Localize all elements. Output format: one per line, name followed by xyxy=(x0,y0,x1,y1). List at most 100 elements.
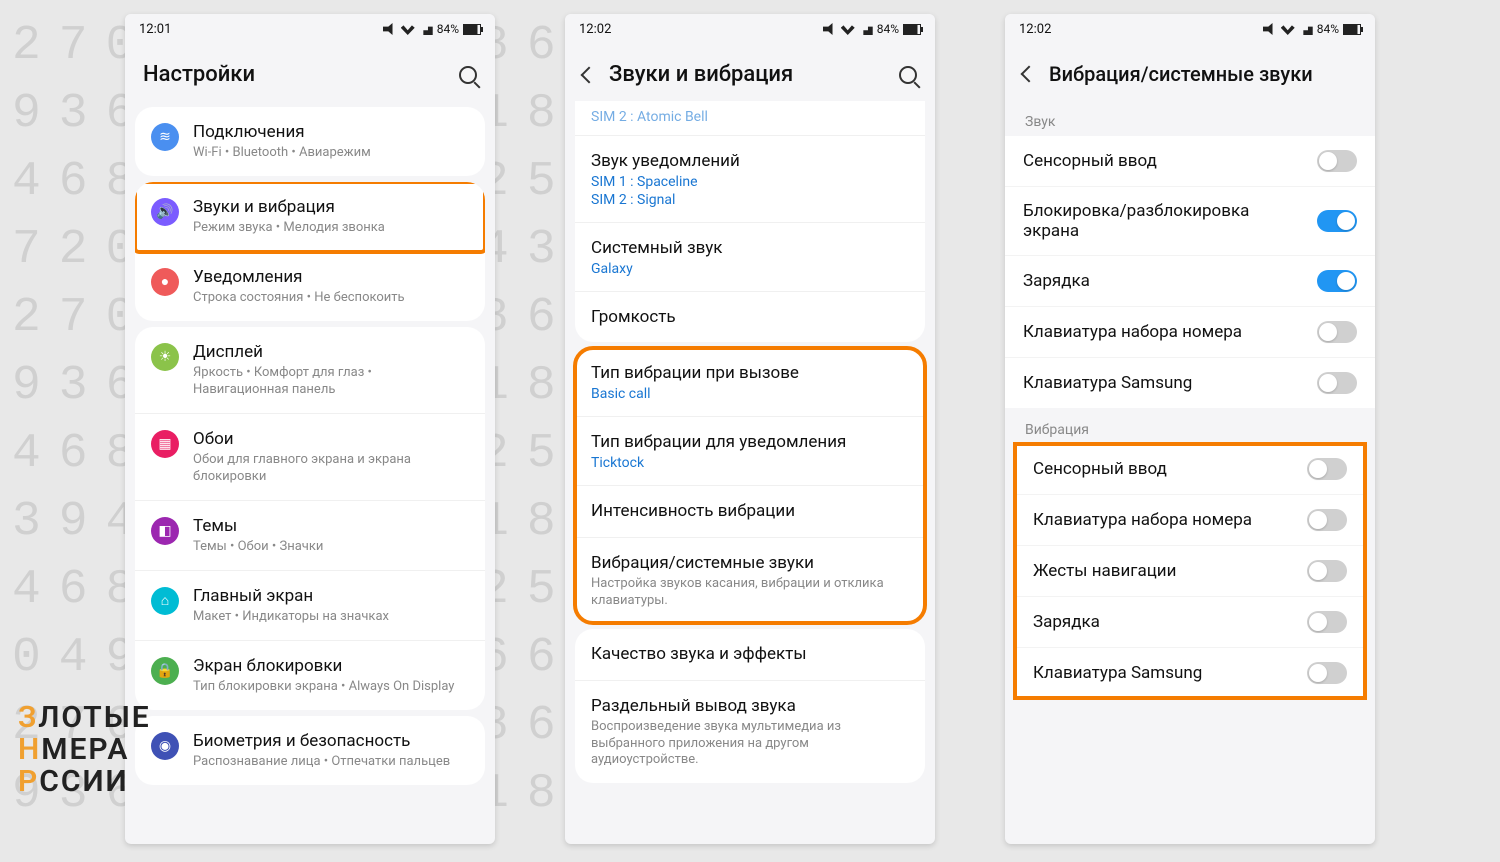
battery-icon xyxy=(463,24,481,35)
signal-icon xyxy=(419,23,433,35)
phone-1: 12:01 84% Настройки ≋ПодключенияWi-Fi • … xyxy=(125,14,495,844)
row-label: Экран блокировки xyxy=(193,655,469,677)
row-label: Звук уведомлений xyxy=(591,150,909,172)
settings-row[interactable]: ▦ОбоиОбои для главного экрана и экрана б… xyxy=(135,414,485,501)
toggle-row[interactable]: Сенсорный ввод xyxy=(1005,136,1375,186)
wifi-icon xyxy=(1281,23,1295,35)
palette-icon: ◧ xyxy=(151,517,179,545)
wifi-icon xyxy=(401,23,415,35)
section-vibration: Вибрация xyxy=(1005,408,1375,444)
row-label: Темы xyxy=(193,515,469,537)
row-value: SIM 2 : Signal xyxy=(591,192,909,208)
battery-text: 84% xyxy=(877,22,899,36)
battery-icon xyxy=(903,24,921,35)
page-header: Вибрация/системные звуки xyxy=(1005,44,1375,100)
toggle-switch[interactable] xyxy=(1317,321,1357,343)
toggle-switch[interactable] xyxy=(1317,210,1357,232)
statusbar: 12:02 84% xyxy=(1005,14,1375,44)
wifi-icon xyxy=(841,23,855,35)
phone-3: 12:02 84% Вибрация/системные звуки Звук … xyxy=(1005,14,1375,844)
row-subtitle: Темы • Обои • Значки xyxy=(193,539,469,556)
home-icon: ⌂ xyxy=(151,587,179,615)
mute-icon xyxy=(823,23,837,35)
page-header: Настройки xyxy=(125,44,495,101)
toggle-row[interactable]: Сенсорный ввод xyxy=(1015,444,1365,494)
phone-2: 12:02 84% Звуки и вибрация SIM 2 : Atomi… xyxy=(565,14,935,844)
toggle-row[interactable]: Зарядка xyxy=(1015,596,1365,647)
page-title: Вибрация/системные звуки xyxy=(1049,62,1357,86)
page-header: Звуки и вибрация xyxy=(565,44,935,101)
toggle-switch[interactable] xyxy=(1317,150,1357,172)
row-label: Подключения xyxy=(193,121,469,143)
settings-row[interactable]: ☀ ДисплейЯркость • Комфорт для глаз • Нав… xyxy=(135,327,485,414)
toggle-label: Клавиатура Samsung xyxy=(1033,663,1307,683)
section-sound: Звук xyxy=(1005,100,1375,136)
row-label: Главный экран xyxy=(193,585,469,607)
row-label: Громкость xyxy=(591,306,909,328)
toggle-row[interactable]: Жесты навигации xyxy=(1015,545,1365,596)
battery-text: 84% xyxy=(1317,22,1339,36)
page-title: Настройки xyxy=(143,62,445,87)
mute-icon xyxy=(383,23,397,35)
row-subtitle: Яркость • Комфорт для глаз • Навигационн… xyxy=(193,365,469,399)
row-subtitle: Режим звука • Мелодия звонка xyxy=(193,220,469,237)
row-subtitle: Макет • Индикаторы на значках xyxy=(193,609,469,626)
toggle-row[interactable]: Клавиатура Samsung xyxy=(1015,647,1365,698)
settings-row[interactable]: Громкость xyxy=(575,292,925,342)
toggle-row[interactable]: Клавиатура набора номера xyxy=(1015,494,1365,545)
toggle-label: Клавиатура набора номера xyxy=(1023,322,1317,342)
toggle-row[interactable]: Клавиатура набора номера xyxy=(1005,306,1375,357)
settings-row[interactable]: Системный звукGalaxy xyxy=(575,223,925,292)
toggle-switch[interactable] xyxy=(1307,560,1347,582)
toggle-row[interactable]: Блокировка/разблокировка экрана xyxy=(1005,186,1375,255)
row-label: Качество звука и эффекты xyxy=(591,643,909,665)
clock: 12:01 xyxy=(139,22,171,37)
row-value: Galaxy xyxy=(591,261,909,277)
image-icon: ▦ xyxy=(151,430,179,458)
toggle-switch[interactable] xyxy=(1307,458,1347,480)
toggle-label: Жесты навигации xyxy=(1033,561,1307,581)
settings-row[interactable]: Раздельный вывод звукаВоспроизведение зв… xyxy=(575,681,925,784)
toggle-switch[interactable] xyxy=(1317,270,1357,292)
settings-row[interactable]: ◧ Темы Темы • Обои • Значки xyxy=(135,501,485,571)
wifi-icon: ≋ xyxy=(151,123,179,151)
row-label: Дисплей xyxy=(193,341,469,363)
search-icon[interactable] xyxy=(459,66,477,84)
row-subtitle: Обои для главного экрана и экрана блокир… xyxy=(193,452,469,486)
row-value: Basic call xyxy=(591,386,909,402)
settings-row[interactable]: Тип вибрации при вызовеBasic call xyxy=(575,348,925,417)
settings-row[interactable]: ●УведомленияСтрока состояния • Не беспок… xyxy=(135,252,485,321)
back-icon[interactable] xyxy=(581,66,598,83)
toggle-switch[interactable] xyxy=(1307,509,1347,531)
toggle-switch[interactable] xyxy=(1307,662,1347,684)
settings-row[interactable]: ⌂ Главный экран Макет • Индикаторы на знач… xyxy=(135,571,485,641)
search-icon[interactable] xyxy=(899,66,917,84)
lock-icon: 🔒 xyxy=(151,657,179,685)
settings-row[interactable]: Звук уведомленийSIM 1 : SpacelineSIM 2 :… xyxy=(575,136,925,223)
settings-row[interactable]: Вибрация/системные звукиНастройка звуков… xyxy=(575,538,925,624)
toggle-label: Зарядка xyxy=(1023,271,1317,291)
settings-row[interactable]: Интенсивность вибрации xyxy=(575,486,925,537)
sun-icon: ☀ xyxy=(151,343,179,371)
toggle-switch[interactable] xyxy=(1307,611,1347,633)
back-icon[interactable] xyxy=(1021,66,1038,83)
settings-row[interactable]: ≋ Подключения Wi-Fi • Bluetooth • Авиарежи… xyxy=(135,107,485,176)
row-label: Тип вибрации для уведомления xyxy=(591,431,909,453)
clock: 12:02 xyxy=(1019,22,1051,37)
clock: 12:02 xyxy=(579,22,611,37)
row-label: Уведомления xyxy=(193,266,469,288)
row-subtitle: Настройка звуков касания, вибрации и отк… xyxy=(591,576,909,610)
page-title: Звуки и вибрация xyxy=(609,62,885,87)
toggle-row[interactable]: Клавиатура Samsung xyxy=(1005,357,1375,408)
settings-row-sim-partial[interactable]: SIM 2 : Atomic Bell xyxy=(575,101,925,136)
toggle-row[interactable]: Зарядка xyxy=(1005,255,1375,306)
row-subtitle: Wi-Fi • Bluetooth • Авиарежим xyxy=(193,145,469,162)
settings-row[interactable]: Качество звука и эффекты xyxy=(575,629,925,680)
settings-row[interactable]: 🔊Звуки и вибрацияРежим звука • Мелодия з… xyxy=(135,182,485,252)
settings-row[interactable]: ◉Биометрия и безопасностьРаспознавание л… xyxy=(135,716,485,785)
row-subtitle: Тип блокировки экрана • Always On Displa… xyxy=(193,679,469,696)
toggle-label: Сенсорный ввод xyxy=(1023,151,1317,171)
toggle-switch[interactable] xyxy=(1317,372,1357,394)
settings-row[interactable]: 🔒 Экран блокировки Тип блокировки экрана •… xyxy=(135,641,485,710)
settings-row[interactable]: Тип вибрации для уведомленияTicktock xyxy=(575,417,925,486)
